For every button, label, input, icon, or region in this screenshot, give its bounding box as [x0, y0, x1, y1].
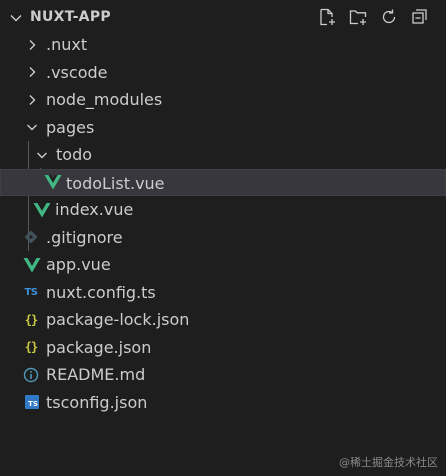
- tree-item-label: .nuxt: [46, 35, 88, 54]
- explorer-header: NUXT-APP: [0, 0, 446, 34]
- tree-item-label: nuxt.config.ts: [46, 282, 156, 302]
- tree-item-index-vue[interactable]: index.vue: [0, 196, 446, 224]
- tree-item-app-vue[interactable]: app.vue: [0, 251, 446, 279]
- tree-item-label: node_modules: [46, 90, 163, 109]
- tree-item-label: README.md: [46, 365, 146, 384]
- tree-item-label: package-lock.json: [46, 310, 190, 329]
- tree-item-label: app.vue: [46, 255, 111, 274]
- json-file-icon: {}: [22, 311, 40, 329]
- chevron-right-icon: [25, 93, 39, 107]
- chevron-down-icon: [35, 148, 49, 162]
- json-file-icon: {}: [22, 338, 40, 356]
- icon-text: TS: [24, 286, 38, 298]
- tree-item-pages-folder[interactable]: pages: [0, 114, 446, 142]
- tree-item-label: todo: [56, 145, 93, 164]
- tree-item-package-json[interactable]: {} package.json: [0, 334, 446, 362]
- collapse-all-icon[interactable]: [409, 6, 431, 28]
- tree-item-vscode-folder[interactable]: .vscode: [0, 59, 446, 87]
- icon-text: {}: [24, 340, 38, 355]
- chevron-down-icon[interactable]: [9, 10, 23, 24]
- tree-item-package-lock-json[interactable]: {} package-lock.json: [0, 306, 446, 334]
- tree-item-label: package.json: [46, 337, 152, 357]
- tree-item-gitignore[interactable]: .gitignore: [0, 224, 446, 252]
- icon-text: {}: [24, 312, 38, 327]
- typescript-file-icon: TS: [22, 283, 40, 301]
- tree-item-node-modules-folder[interactable]: node_modules: [0, 86, 446, 114]
- icon-text: TS: [25, 395, 39, 410]
- explorer-actions: [316, 6, 440, 28]
- new-file-icon[interactable]: [316, 6, 338, 28]
- tree-item-nuxt-config-ts[interactable]: TS nuxt.config.ts: [0, 279, 446, 307]
- tree-item-todo-folder[interactable]: todo: [0, 141, 446, 169]
- chevron-right-icon: [25, 65, 39, 79]
- tree-item-label: .vscode: [46, 62, 108, 82]
- watermark: @稀土掘金技术社区: [339, 456, 438, 469]
- explorer-title[interactable]: NUXT-APP: [30, 7, 111, 27]
- tree-item-label: .gitignore: [46, 227, 123, 247]
- vue-file-icon: [23, 256, 41, 274]
- tree-item-label: index.vue: [55, 200, 134, 219]
- tree-item-readme-md[interactable]: README.md: [0, 361, 446, 389]
- chevron-right-icon: [25, 38, 39, 52]
- info-icon: [22, 366, 40, 384]
- tree-item-todolist-vue[interactable]: todoList.vue: [0, 168, 446, 196]
- tree-item-nuxt-folder[interactable]: .nuxt: [0, 31, 446, 59]
- vue-file-icon: [33, 201, 51, 219]
- tree-item-label: pages: [46, 117, 95, 137]
- chevron-down-icon: [25, 120, 39, 134]
- file-tree: .nuxt .vscode node_modules pages todo to…: [0, 31, 446, 416]
- git-file-icon: [22, 228, 40, 246]
- tree-item-tsconfig-json[interactable]: TS tsconfig.json: [0, 389, 446, 417]
- refresh-icon[interactable]: [378, 6, 400, 28]
- tree-item-label: tsconfig.json: [46, 392, 148, 412]
- new-folder-icon[interactable]: [347, 6, 369, 28]
- tsconfig-file-icon: TS: [23, 393, 41, 411]
- vue-file-icon: [44, 173, 62, 191]
- tree-item-label: todoList.vue: [66, 173, 165, 193]
